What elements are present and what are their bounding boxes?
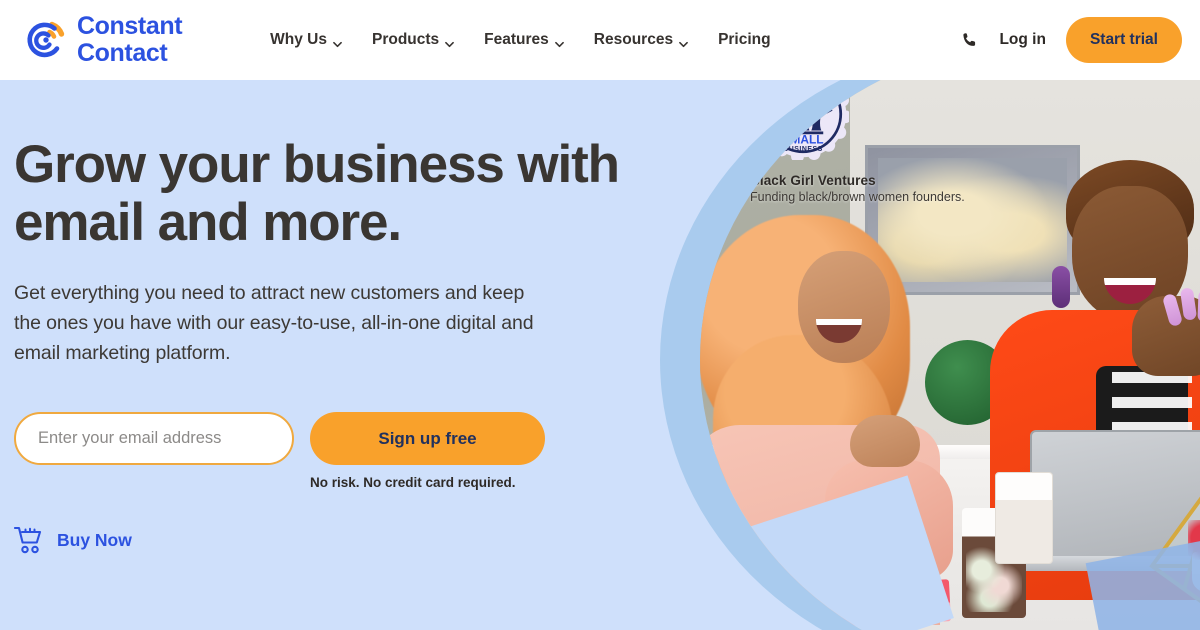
main-navigation: Why Us Products Features Resources Prici…	[270, 31, 770, 49]
headline-line-1: Grow your business with	[14, 135, 620, 194]
nav-item-features[interactable]: Features	[484, 31, 564, 49]
headline-line-2: email and more.	[14, 192, 402, 252]
celebrating-small-business-badge-icon: Celebrating SMALL BUSINESS	[753, 80, 852, 163]
hero-photo: Celebrating SMALL BUSINESS Black Girl Ve…	[700, 80, 1200, 630]
logo-wordmark: Constant Contact	[77, 12, 183, 67]
chevron-down-icon	[554, 36, 564, 47]
hero-section: Celebrating SMALL BUSINESS Black Girl Ve…	[0, 80, 1200, 630]
svg-text:SMALL: SMALL	[782, 132, 823, 146]
nav-item-pricing[interactable]: Pricing	[718, 31, 771, 49]
buy-now-label: Buy Now	[57, 529, 132, 550]
nav-label: Resources	[593, 31, 674, 48]
nav-label: Products	[371, 31, 440, 48]
photo-person-right-nails	[1161, 287, 1200, 328]
photo-caption: Black Girl Ventures Funding black/brown …	[750, 173, 965, 204]
sign-up-free-button[interactable]: Sign up free	[310, 412, 545, 466]
email-field[interactable]	[14, 412, 294, 466]
signup-disclaimer: No risk. No credit card required.	[310, 475, 516, 491]
photo-person-left-hand	[850, 415, 920, 467]
hero-copy: Grow your business with email and more. …	[13, 136, 674, 554]
photo-caption-subtitle: Funding black/brown women founders.	[750, 190, 965, 204]
start-trial-button[interactable]: Start trial	[1065, 17, 1182, 63]
constant-contact-logo-icon	[24, 18, 68, 62]
svg-text:BUSINESS: BUSINESS	[783, 146, 823, 153]
site-header: Constant Contact Why Us Products Feature…	[0, 0, 1200, 80]
nav-item-resources[interactable]: Resources	[594, 31, 688, 49]
hero-photo-scene: Celebrating SMALL BUSINESS Black Girl Ve…	[700, 80, 1200, 630]
chevron-down-icon	[445, 36, 455, 47]
nav-item-products[interactable]: Products	[371, 31, 455, 49]
page-title: Grow your business with email and more.	[14, 136, 674, 252]
nav-label: Features	[484, 31, 549, 48]
signup-form: Sign up free	[14, 412, 674, 466]
hero-subheading: Get everything you need to attract new c…	[14, 281, 534, 364]
nav-label: Why Us	[270, 31, 327, 48]
buy-now-link[interactable]: Buy Now	[13, 526, 132, 554]
nav-label: Pricing	[718, 31, 771, 48]
logo-word-line1: Constant	[77, 12, 183, 41]
chevron-down-icon	[679, 36, 688, 47]
shopping-cart-icon	[13, 526, 44, 554]
logo[interactable]: Constant Contact	[24, 12, 183, 67]
photo-person-right-earring	[1052, 266, 1070, 308]
photo-candle-white	[995, 472, 1053, 564]
login-link[interactable]: Log in	[999, 31, 1046, 49]
logo-word-line2: Contact	[77, 39, 168, 67]
photo-caption-title: Black Girl Ventures	[750, 173, 876, 188]
header-actions: Log in Start trial	[961, 17, 1182, 63]
phone-icon[interactable]	[961, 31, 979, 49]
nav-item-why-us[interactable]: Why Us	[270, 31, 342, 49]
chevron-down-icon	[333, 36, 342, 47]
photo-person-left-face	[798, 251, 890, 363]
